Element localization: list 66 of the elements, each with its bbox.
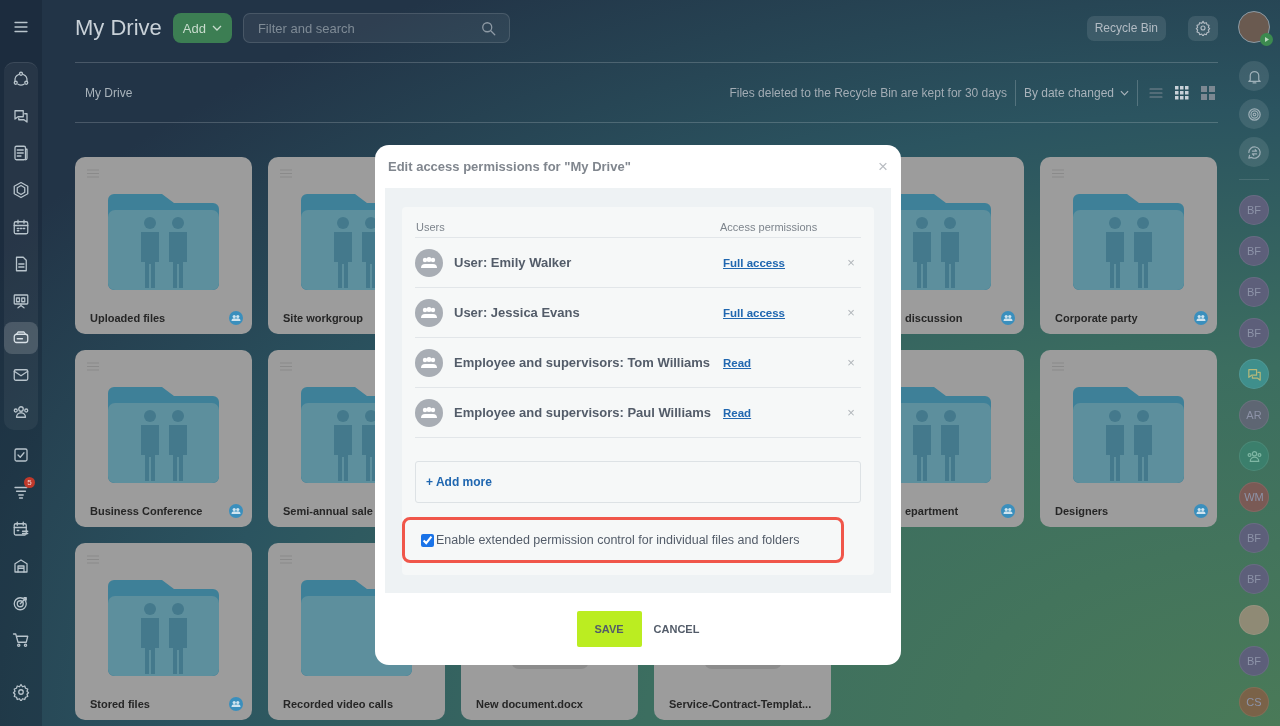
folder-card[interactable]: Stored files bbox=[75, 543, 252, 720]
column-header: Access permissions bbox=[720, 221, 819, 233]
search-input[interactable]: Filter and search bbox=[255, 19, 479, 37]
folder-card[interactable]: Corporate party bbox=[1040, 157, 1217, 334]
shared-folder-icon bbox=[1073, 387, 1184, 483]
recycle-bin-button[interactable]: Recycle Bin bbox=[1086, 15, 1166, 41]
avatar-placeholder[interactable] bbox=[1238, 11, 1270, 43]
shared-folder-icon bbox=[108, 194, 219, 290]
card-title: Uploaded files bbox=[90, 312, 166, 324]
chat-swap-icon[interactable] bbox=[1239, 137, 1269, 167]
user-name: Employee and supervisors: Paul Williams bbox=[454, 405, 712, 420]
spiral-icon[interactable] bbox=[1239, 99, 1269, 129]
page-title: My Drive bbox=[75, 15, 162, 41]
add-button[interactable]: Add bbox=[172, 13, 232, 43]
shared-folder-icon bbox=[108, 387, 219, 483]
chevron-down-icon bbox=[211, 25, 222, 31]
card-title: Recorded video calls bbox=[283, 698, 394, 710]
group-avatar-icon bbox=[415, 248, 443, 277]
shared-badge-icon bbox=[229, 311, 243, 325]
shared-folder-icon bbox=[108, 580, 219, 676]
user-name: User: Jessica Evans bbox=[454, 305, 581, 320]
column-header: Users bbox=[416, 221, 446, 233]
card-title: Service-Contract-Templat... bbox=[669, 698, 812, 710]
card-title: Corporate party bbox=[1055, 312, 1138, 324]
chevron-down-icon bbox=[1120, 89, 1129, 96]
access-link[interactable]: Read bbox=[723, 406, 752, 419]
group-avatar-icon bbox=[415, 298, 443, 327]
shared-badge-icon bbox=[1194, 504, 1208, 518]
access-link[interactable]: Read bbox=[723, 356, 752, 369]
card-title: Business Conference bbox=[90, 505, 203, 517]
sort-dropdown[interactable]: By date changed bbox=[1023, 85, 1129, 100]
folder-card[interactable]: Designers bbox=[1040, 350, 1217, 527]
folder-card[interactable]: Uploaded files bbox=[75, 157, 252, 334]
access-link[interactable]: Full access bbox=[723, 306, 785, 319]
breadcrumb[interactable]: My Drive bbox=[85, 85, 133, 100]
retention-notice: Files deleted to the Recycle Bin are kept for 30 days bbox=[729, 85, 1007, 100]
shared-folder-icon bbox=[1073, 194, 1184, 290]
card-title: Stored files bbox=[90, 698, 150, 710]
card-title: Designers bbox=[1055, 505, 1109, 517]
group-avatar-icon bbox=[415, 348, 443, 377]
extended-permissions-checkbox[interactable] bbox=[421, 533, 434, 547]
access-link[interactable]: Full access bbox=[723, 256, 785, 269]
folder-card[interactable]: Business Conference bbox=[75, 350, 252, 527]
card-title: New document.docx bbox=[476, 698, 583, 710]
cancel-button[interactable]: CANCEL bbox=[653, 623, 700, 635]
count-badge: 5 bbox=[24, 477, 35, 488]
card-title: Semi-annual sale bbox=[283, 505, 373, 517]
settings-button[interactable] bbox=[1188, 15, 1218, 41]
card-title: discussion bbox=[905, 312, 963, 324]
save-button[interactable]: SAVE bbox=[576, 611, 642, 647]
user-name: User: Emily Walker bbox=[454, 255, 573, 270]
shared-badge-icon bbox=[229, 697, 243, 711]
card-title: epartment bbox=[905, 505, 959, 517]
shared-badge-icon bbox=[1001, 504, 1015, 518]
group-avatar-icon bbox=[415, 398, 443, 427]
shared-badge-icon bbox=[1194, 311, 1208, 325]
chat-avatar[interactable] bbox=[1239, 359, 1269, 389]
shared-badge-icon bbox=[229, 504, 243, 518]
user-name: Employee and supervisors: Tom Williams bbox=[454, 355, 712, 370]
gear-icon bbox=[1195, 20, 1211, 36]
search-field[interactable]: Filter and search bbox=[242, 13, 510, 43]
bell-icon[interactable] bbox=[1239, 61, 1269, 91]
status-icon bbox=[1260, 33, 1273, 46]
shared-badge-icon bbox=[1001, 311, 1015, 325]
drive-icon[interactable] bbox=[4, 322, 38, 354]
card-title: Site workgroup bbox=[283, 312, 364, 324]
